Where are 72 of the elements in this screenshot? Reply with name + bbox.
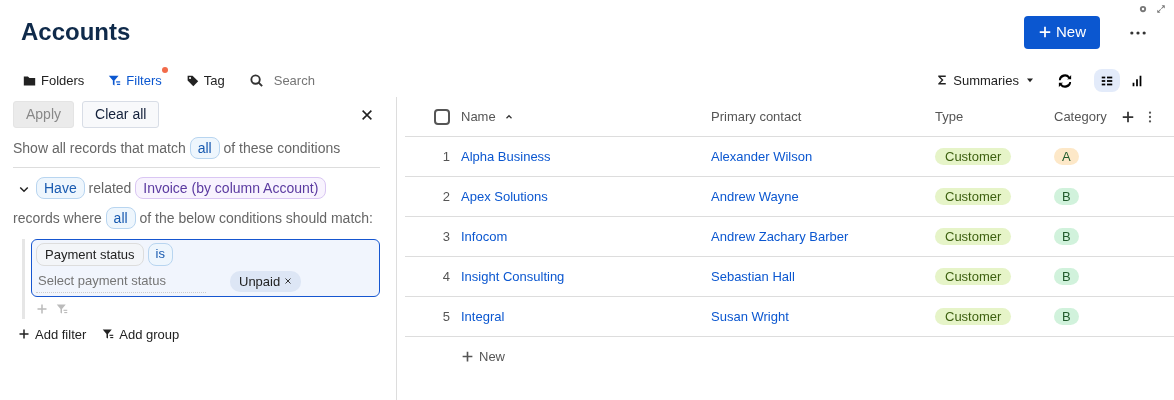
column-header[interactable]: Type bbox=[935, 106, 964, 127]
row-number: 5 bbox=[441, 307, 451, 326]
record-link[interactable]: Alpha Business bbox=[461, 148, 551, 164]
category-tag: B bbox=[1054, 187, 1079, 205]
row-number: 2 bbox=[441, 187, 451, 206]
contact-link[interactable]: Susan Wright bbox=[711, 308, 789, 324]
new-row-button[interactable]: New bbox=[461, 347, 505, 367]
select-all-checkbox[interactable] bbox=[434, 109, 450, 126]
match-selector[interactable]: all bbox=[189, 137, 220, 159]
folder-icon bbox=[23, 73, 36, 87]
summaries-button[interactable]: Summaries bbox=[936, 70, 1036, 90]
sentence-text: of these conditions bbox=[223, 140, 341, 156]
contact-link[interactable]: Sebastian Hall bbox=[711, 268, 795, 284]
filter-icon bbox=[102, 328, 115, 341]
toolbar-button[interactable]: Tag bbox=[185, 70, 225, 90]
view-toggle[interactable] bbox=[1094, 68, 1120, 92]
type-tag: Customer bbox=[935, 227, 1012, 245]
apply-button: Apply bbox=[13, 101, 75, 128]
category-tag: B bbox=[1054, 307, 1079, 325]
search-icon bbox=[248, 72, 264, 88]
row-number: 4 bbox=[441, 267, 451, 286]
relation-selector[interactable]: Invoice (by column Account) bbox=[135, 177, 327, 199]
sentence-text: Show all records that match bbox=[13, 140, 186, 156]
expand-icon[interactable] bbox=[1156, 4, 1166, 14]
column-header[interactable]: Primary contact bbox=[711, 106, 802, 127]
page-title: Accounts bbox=[21, 17, 131, 47]
field-selector[interactable]: Payment status bbox=[36, 243, 144, 266]
tag-icon bbox=[185, 73, 199, 87]
sentence-text: records where bbox=[13, 210, 102, 226]
settings-icon[interactable] bbox=[1138, 4, 1148, 14]
sentence-text: related bbox=[88, 180, 132, 196]
column-header[interactable]: Category bbox=[1054, 106, 1107, 127]
plus-icon bbox=[461, 350, 474, 364]
sigma-icon bbox=[936, 74, 949, 87]
value-tag[interactable]: Unpaid bbox=[230, 270, 302, 292]
plus-icon bbox=[1038, 25, 1052, 40]
type-tag: Customer bbox=[935, 187, 1012, 205]
contact-link[interactable]: Alexander Wilson bbox=[711, 148, 813, 164]
add-filter-button[interactable]: Add filter bbox=[18, 324, 87, 344]
record-link[interactable]: Insight Consulting bbox=[461, 268, 565, 284]
column-header[interactable]: Name bbox=[461, 106, 496, 127]
select-field[interactable]: Select payment status bbox=[36, 270, 206, 293]
toolbar-button[interactable]: Filters bbox=[108, 70, 162, 90]
type-tag: Customer bbox=[935, 147, 1012, 165]
match-selector[interactable]: all bbox=[105, 207, 136, 229]
add-group-button[interactable]: Add group bbox=[102, 324, 180, 344]
sentence-text: of the below conditions should match: bbox=[139, 210, 373, 226]
close-icon bbox=[360, 108, 374, 123]
type-tag: Customer bbox=[935, 267, 1012, 285]
category-tag: B bbox=[1054, 227, 1079, 245]
bar-chart-icon bbox=[1130, 74, 1144, 89]
contact-link[interactable]: Andrew Zachary Barber bbox=[711, 228, 849, 244]
refresh-icon bbox=[1058, 74, 1072, 89]
type-tag: Customer bbox=[935, 307, 1012, 325]
record-link[interactable]: Infocom bbox=[461, 228, 508, 244]
filter-icon bbox=[108, 73, 122, 87]
more-icon bbox=[1130, 31, 1146, 36]
category-tag: A bbox=[1054, 147, 1079, 165]
record-link[interactable]: Integral bbox=[461, 308, 505, 324]
category-tag: B bbox=[1054, 267, 1079, 285]
toolbar-button[interactable]: Folders bbox=[23, 70, 85, 90]
row-number: 3 bbox=[441, 227, 451, 246]
remove-icon[interactable] bbox=[284, 277, 293, 286]
contact-link[interactable]: Andrew Wayne bbox=[711, 188, 799, 204]
plus-icon bbox=[18, 328, 30, 341]
operator-selector[interactable]: is bbox=[147, 243, 173, 266]
add-column-icon[interactable] bbox=[1120, 109, 1135, 124]
row-number: 1 bbox=[441, 147, 451, 166]
new-button[interactable]: New bbox=[1024, 16, 1100, 49]
clear-all-button[interactable]: Clear all bbox=[82, 101, 160, 128]
record-link[interactable]: Apex Solutions bbox=[461, 188, 548, 204]
quantifier-selector[interactable]: Have bbox=[36, 177, 85, 199]
